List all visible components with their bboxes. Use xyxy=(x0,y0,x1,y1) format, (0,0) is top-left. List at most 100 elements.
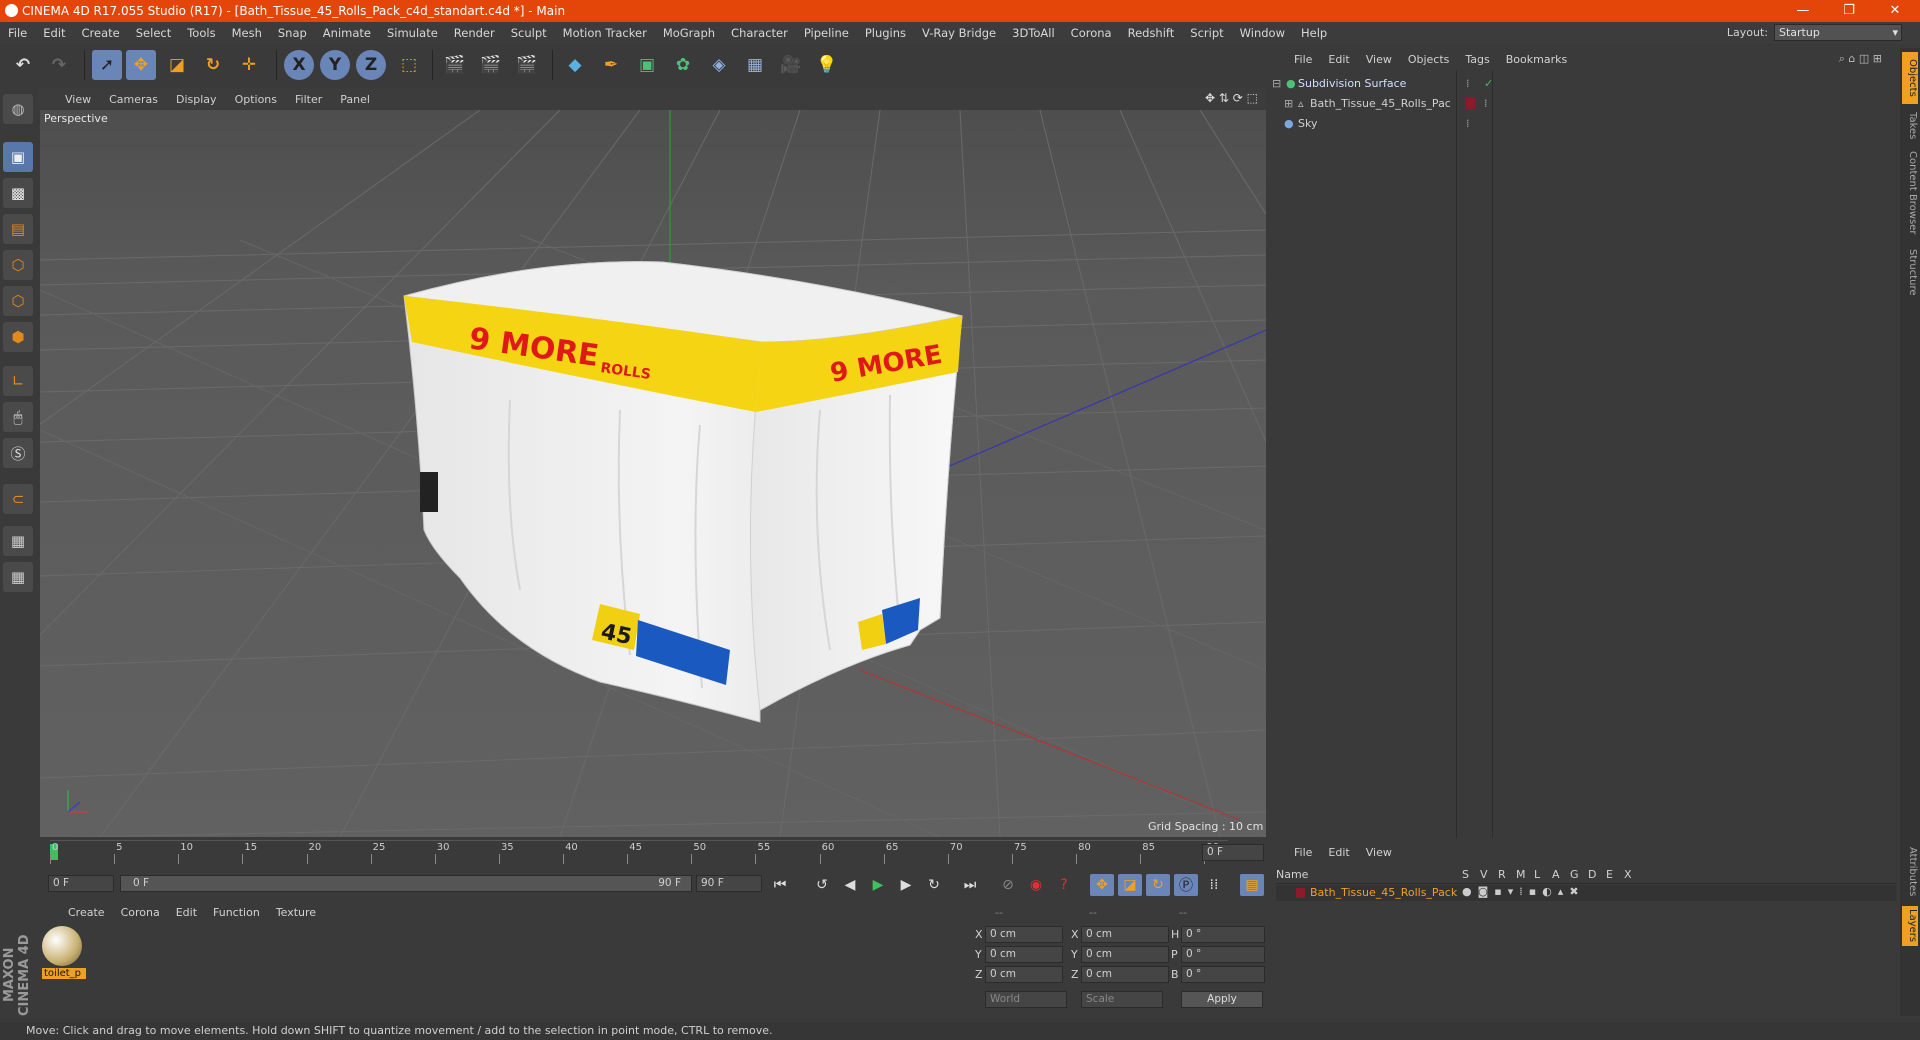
tab-takes[interactable]: Takes xyxy=(1902,106,1918,146)
object-menu-edit[interactable]: Edit xyxy=(1320,53,1357,66)
live-selection-icon[interactable]: ➚ xyxy=(92,50,122,80)
render-view-icon[interactable]: 🎬 xyxy=(440,50,470,80)
3d-viewport[interactable]: 9 MORE ROLLS 9 MORE 45 xyxy=(40,110,1266,837)
menu-snap[interactable]: Snap xyxy=(270,26,315,40)
visibility-toggle-icon[interactable]: ⁞ xyxy=(1484,97,1488,110)
key-scale-icon[interactable]: ◪ xyxy=(1118,874,1142,896)
tab-content-browser[interactable]: Content Browser xyxy=(1902,148,1918,238)
visibility-toggle-icon[interactable]: ⁞ xyxy=(1466,117,1470,130)
size-z-field[interactable]: 0 cm xyxy=(1081,966,1169,983)
position-x-field[interactable]: 0 cm xyxy=(985,926,1063,943)
tab-objects[interactable]: Objects xyxy=(1902,52,1918,104)
material-menu-edit[interactable]: Edit xyxy=(168,906,205,919)
render-picture-viewer-icon[interactable]: 🎬 xyxy=(476,50,506,80)
material-menu-corona[interactable]: Corona xyxy=(113,906,168,919)
x-axis-lock-icon[interactable]: X xyxy=(284,50,314,80)
current-frame-field[interactable]: 0 F xyxy=(1202,844,1264,861)
menu-help[interactable]: Help xyxy=(1293,26,1335,40)
key-rotation-icon[interactable]: ↻ xyxy=(1146,874,1170,896)
coordinate-mode-dropdown[interactable]: World xyxy=(985,991,1067,1008)
redo-icon[interactable]: ↷ xyxy=(44,50,74,80)
menu-plugins[interactable]: Plugins xyxy=(857,26,914,40)
workplane-lock-icon[interactable]: ▦ xyxy=(3,526,33,556)
go-to-end-icon[interactable]: ⏭ xyxy=(958,874,982,896)
size-mode-dropdown[interactable]: Scale xyxy=(1081,991,1163,1008)
object-name[interactable]: Subdivision Surface xyxy=(1298,77,1458,90)
position-y-field[interactable]: 0 cm xyxy=(985,946,1063,963)
make-editable-icon[interactable]: ◍ xyxy=(3,94,33,124)
menu-3dtoall[interactable]: 3DToAll xyxy=(1004,26,1063,40)
enabled-check-icon[interactable]: ✓ xyxy=(1484,77,1493,90)
go-to-start-icon[interactable]: ⏮ xyxy=(768,874,792,896)
layer-name[interactable]: Bath_Tissue_45_Rolls_Pack xyxy=(1310,886,1457,899)
object-menu-file[interactable]: File xyxy=(1286,53,1320,66)
menu-character[interactable]: Character xyxy=(723,26,796,40)
menu-sculpt[interactable]: Sculpt xyxy=(503,26,555,40)
visibility-toggle-icon[interactable]: ⁞ xyxy=(1466,77,1470,90)
spline-pen-icon[interactable]: ✒ xyxy=(596,50,626,80)
menu-mesh[interactable]: Mesh xyxy=(224,26,270,40)
rotation-p-field[interactable]: 0 ° xyxy=(1181,946,1265,963)
position-z-field[interactable]: 0 cm xyxy=(985,966,1063,983)
object-row[interactable]: ⊟ ● Subdivision Surface ⁞ ✓ xyxy=(1272,74,1892,92)
play-icon[interactable]: ▶ xyxy=(866,874,890,896)
apply-button[interactable]: Apply xyxy=(1181,991,1263,1008)
cube-primitive-icon[interactable]: ◆ xyxy=(560,50,590,80)
layer-menu-file[interactable]: File xyxy=(1286,846,1320,859)
end-frame-field[interactable]: 90 F xyxy=(696,875,762,892)
object-row[interactable]: ● Sky ⁞ xyxy=(1272,114,1892,132)
subdivision-surface-icon[interactable]: ▣ xyxy=(632,50,662,80)
workplane-icon[interactable]: ▤ xyxy=(3,214,33,244)
menu-file[interactable]: File xyxy=(0,26,35,40)
menu-script[interactable]: Script xyxy=(1182,26,1231,40)
tab-attributes[interactable]: Attributes xyxy=(1902,842,1918,902)
move-tool-icon[interactable]: ✥ xyxy=(126,50,156,80)
size-y-field[interactable]: 0 cm xyxy=(1081,946,1169,963)
model-mode-icon[interactable]: ▣ xyxy=(3,142,33,172)
material-swatch[interactable]: toilet_p xyxy=(42,926,86,982)
render-settings-icon[interactable]: 🎬 xyxy=(512,50,542,80)
object-row[interactable]: ⊞ ▵ Bath_Tissue_45_Rolls_Pack ⁞ xyxy=(1272,94,1892,112)
floor-icon[interactable]: ▦ xyxy=(740,50,770,80)
object-menu-bookmarks[interactable]: Bookmarks xyxy=(1498,53,1575,66)
keyframe-selection-icon[interactable]: ⊘ xyxy=(996,874,1020,896)
tweak-mode-icon[interactable]: 🖱 xyxy=(3,402,33,432)
y-axis-lock-icon[interactable]: Y xyxy=(320,50,350,80)
menu-motion-tracker[interactable]: Motion Tracker xyxy=(555,26,655,40)
menu-select[interactable]: Select xyxy=(128,26,179,40)
menu-create[interactable]: Create xyxy=(74,26,128,40)
menu-window[interactable]: Window xyxy=(1232,26,1293,40)
previous-frame-icon[interactable]: ◀ xyxy=(838,874,862,896)
recent-tools-icon[interactable]: ✛ xyxy=(234,50,264,80)
menu-mograph[interactable]: MoGraph xyxy=(655,26,723,40)
object-menu-objects[interactable]: Objects xyxy=(1400,53,1458,66)
scale-tool-icon[interactable]: ◪ xyxy=(162,50,192,80)
rotation-h-field[interactable]: 0 ° xyxy=(1181,926,1265,943)
coordinate-system-icon[interactable]: ⬚ xyxy=(394,50,424,80)
layer-menu-edit[interactable]: Edit xyxy=(1320,846,1357,859)
size-x-field[interactable]: 0 cm xyxy=(1081,926,1169,943)
layout-dropdown[interactable]: Startup xyxy=(1774,24,1902,41)
layer-color-swatch[interactable] xyxy=(1296,888,1305,898)
workplane-grid-icon[interactable]: ▦ xyxy=(3,562,33,592)
menu-edit[interactable]: Edit xyxy=(35,26,73,40)
layer-flag-icons[interactable]: ●◙▪▾⁞▪◐▴✖ xyxy=(1462,885,1585,898)
viewport-menu-view[interactable]: View xyxy=(56,93,100,106)
tab-layers[interactable]: Layers xyxy=(1902,906,1918,946)
snapping-icon[interactable]: ⊂ xyxy=(3,484,33,514)
menu-redshift[interactable]: Redshift xyxy=(1120,26,1183,40)
rotate-tool-icon[interactable]: ↻ xyxy=(198,50,228,80)
frame-range-slider[interactable]: 0 F 90 F xyxy=(120,875,692,892)
layer-row[interactable]: Bath_Tissue_45_Rolls_Pack ●◙▪▾⁞▪◐▴✖ xyxy=(1276,885,1896,901)
cloner-icon[interactable]: ✿ xyxy=(668,50,698,80)
timeline-ruler[interactable]: 051015202530354045505560657075808590 0 F xyxy=(40,840,1266,864)
texture-mode-icon[interactable]: ▩ xyxy=(3,178,33,208)
record-icon[interactable]: ◉ xyxy=(1024,874,1048,896)
rotation-b-field[interactable]: 0 ° xyxy=(1181,966,1265,983)
viewport-menu-filter[interactable]: Filter xyxy=(286,93,331,106)
key-pla-icon[interactable]: ⁞⁞ xyxy=(1202,874,1226,896)
solo-mode-icon[interactable]: Ⓢ xyxy=(3,438,33,468)
menu-vray-bridge[interactable]: V-Ray Bridge xyxy=(914,26,1004,40)
menu-tools[interactable]: Tools xyxy=(179,26,223,40)
expand-icon[interactable]: ⊞ xyxy=(1284,97,1298,110)
